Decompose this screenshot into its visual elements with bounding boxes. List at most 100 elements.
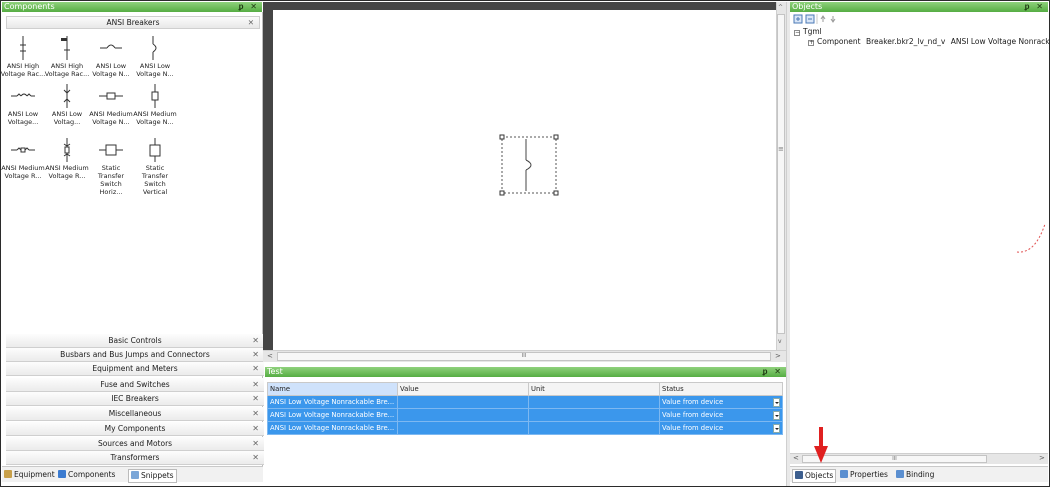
breaker-medium-voltage-rack-v-icon bbox=[63, 138, 71, 162]
scroll-right-icon[interactable]: > bbox=[1039, 454, 1045, 462]
ansi-breakers-group-header[interactable]: ANSI Breakers ✕ bbox=[6, 16, 260, 29]
tab-components[interactable]: Components bbox=[58, 469, 115, 481]
canvas-vertical-scrollbar[interactable]: ^ ≡ v bbox=[776, 2, 786, 350]
column-header-unit[interactable]: Unit bbox=[528, 382, 660, 396]
category-fuse-switches[interactable]: Fuse and Switches ✕ bbox=[6, 378, 264, 392]
dropdown-arrow-icon[interactable] bbox=[773, 397, 780, 407]
tile-line1: ANSI Medium bbox=[45, 164, 89, 172]
resize-handle[interactable] bbox=[499, 190, 505, 196]
tile-ansi-medium-voltage-n-1[interactable]: ANSI Medium Voltage N... bbox=[88, 84, 134, 126]
tile-ansi-medium-voltage-rack-h[interactable]: ANSI Medium Voltage R... bbox=[0, 138, 46, 180]
category-label: Equipment and Meters bbox=[92, 364, 178, 373]
column-header-status[interactable]: Status bbox=[659, 382, 783, 396]
tab-snippets[interactable]: Snippets bbox=[128, 469, 177, 483]
components-panel-controls[interactable]: ᵱ ✕ bbox=[239, 2, 259, 12]
dropdown-arrow-icon[interactable] bbox=[773, 423, 780, 433]
cell-name[interactable]: ANSI Low Voltage Nonrackable Bre... bbox=[267, 395, 398, 409]
close-icon[interactable]: ✕ bbox=[252, 378, 259, 392]
tree-node-component[interactable]: + Component Breaker.bkr2_lv_nd_v ANSI Low… bbox=[808, 37, 1050, 47]
tile-ansi-low-voltage-n-2[interactable]: ANSI Low Voltage N... bbox=[132, 36, 178, 78]
breaker-high-voltage-rack-2-icon bbox=[61, 36, 70, 60]
cell-unit[interactable] bbox=[528, 421, 660, 435]
category-equipment-meters[interactable]: Equipment and Meters ✕ bbox=[6, 362, 264, 376]
tile-ansi-low-voltage-rack-v[interactable]: ANSI Low Voltag... bbox=[44, 84, 90, 126]
close-icon[interactable]: ✕ bbox=[252, 362, 259, 376]
category-my-components[interactable]: My Components ✕ bbox=[6, 422, 264, 436]
tile-ansi-medium-voltage-rack-v[interactable]: ANSI Medium Voltage R... bbox=[44, 138, 90, 180]
cell-status-text: Value from device bbox=[662, 423, 724, 432]
category-basic-controls[interactable]: Basic Controls ✕ bbox=[6, 334, 264, 348]
dropdown-arrow-icon[interactable] bbox=[773, 410, 780, 420]
move-up-icon[interactable] bbox=[820, 15, 826, 22]
close-icon[interactable]: ✕ bbox=[252, 392, 259, 406]
tree-root-label: Tgml bbox=[803, 27, 822, 36]
tab-equipment[interactable]: Equipment bbox=[4, 469, 55, 481]
selected-breaker-component[interactable] bbox=[499, 134, 559, 196]
tile-ansi-low-voltage-rack-h[interactable]: ANSI Low Voltage... bbox=[0, 84, 46, 126]
vertical-scroll-thumb[interactable]: ≡ bbox=[777, 14, 785, 334]
cell-value[interactable] bbox=[397, 395, 529, 409]
category-miscellaneous[interactable]: Miscellaneous ✕ bbox=[6, 407, 264, 421]
table-row[interactable]: ANSI Low Voltage Nonrackable Bre... Valu… bbox=[267, 408, 783, 422]
tree-node-root[interactable]: − Tgml bbox=[794, 27, 822, 37]
scroll-left-icon[interactable]: < bbox=[793, 454, 799, 462]
horizontal-scroll-thumb[interactable]: III bbox=[802, 455, 987, 463]
annotation-mark bbox=[1016, 223, 1046, 253]
tile-ansi-low-voltage-n-1[interactable]: ANSI Low Voltage N... bbox=[88, 36, 134, 78]
category-iec-breakers[interactable]: IEC Breakers ✕ bbox=[6, 392, 264, 406]
tile-line1: ANSI Medium bbox=[1, 164, 45, 172]
resize-handle[interactable] bbox=[553, 190, 559, 196]
cell-name[interactable]: ANSI Low Voltage Nonrackable Bre... bbox=[267, 408, 398, 422]
cell-unit[interactable] bbox=[528, 408, 660, 422]
cell-value[interactable] bbox=[397, 408, 529, 422]
close-icon[interactable]: ✕ bbox=[252, 451, 259, 465]
table-row[interactable]: ANSI Low Voltage Nonrackable Bre... Valu… bbox=[267, 395, 783, 409]
scroll-right-icon[interactable]: > bbox=[775, 352, 781, 360]
collapse-node-icon[interactable]: − bbox=[794, 30, 800, 36]
cell-status[interactable]: Value from device bbox=[659, 421, 783, 435]
horizontal-scroll-thumb[interactable]: III bbox=[277, 352, 771, 361]
category-sources-motors[interactable]: Sources and Motors ✕ bbox=[6, 437, 264, 451]
cell-status[interactable]: Value from device bbox=[659, 395, 783, 409]
resize-handle[interactable] bbox=[499, 134, 505, 140]
test-panel-controls[interactable]: ᵱ ✕ bbox=[763, 367, 783, 377]
table-row[interactable]: ANSI Low Voltage Nonrackable Bre... Valu… bbox=[267, 421, 783, 435]
expand-node-icon[interactable]: + bbox=[808, 40, 814, 46]
tile-ansi-medium-voltage-n-2[interactable]: ANSI Medium Voltage N... bbox=[132, 84, 178, 126]
cell-value[interactable] bbox=[397, 421, 529, 435]
close-icon[interactable]: ✕ bbox=[252, 407, 259, 421]
move-down-icon[interactable] bbox=[830, 16, 836, 23]
canvas-top-border bbox=[263, 2, 776, 10]
cell-status-text: Value from device bbox=[662, 397, 724, 406]
scroll-left-icon[interactable]: < bbox=[267, 352, 273, 360]
close-icon[interactable]: ✕ bbox=[252, 348, 259, 362]
column-header-name[interactable]: Name bbox=[267, 382, 398, 396]
tab-properties[interactable]: Properties bbox=[840, 469, 888, 481]
cell-name[interactable]: ANSI Low Voltage Nonrackable Bre... bbox=[267, 421, 398, 435]
tile-static-transfer-switch-vertical[interactable]: Static Transfer Switch Vertical bbox=[132, 138, 178, 196]
cell-status[interactable]: Value from device bbox=[659, 408, 783, 422]
category-transformers[interactable]: Transformers ✕ bbox=[6, 451, 264, 465]
tile-ansi-high-voltage-rack-1[interactable]: ANSI High Voltage Rac... bbox=[0, 36, 46, 78]
objects-panel-controls[interactable]: ᵱ ✕ bbox=[1025, 2, 1045, 12]
tile-line2: Switch Horiz... bbox=[99, 180, 123, 196]
resize-handle[interactable] bbox=[553, 134, 559, 140]
scroll-up-icon[interactable]: ^ bbox=[778, 4, 783, 11]
tab-binding[interactable]: Binding bbox=[896, 469, 934, 481]
drawing-canvas[interactable] bbox=[273, 10, 775, 350]
tile-ansi-high-voltage-rack-2[interactable]: ANSI High Voltage Rac... bbox=[44, 36, 90, 78]
right-panel-tabbar: Objects Properties Binding bbox=[790, 466, 1048, 483]
tile-line2: Voltag... bbox=[53, 118, 81, 126]
properties-icon bbox=[840, 470, 848, 478]
canvas-horizontal-scrollbar[interactable]: < III > bbox=[263, 350, 786, 362]
category-busbars[interactable]: Busbars and Bus Jumps and Connectors ✕ bbox=[6, 348, 264, 362]
close-icon[interactable]: ✕ bbox=[252, 437, 259, 451]
close-icon[interactable]: ✕ bbox=[252, 334, 259, 348]
tab-objects[interactable]: Objects bbox=[792, 469, 837, 483]
scroll-down-icon[interactable]: v bbox=[778, 338, 782, 345]
column-header-value[interactable]: Value bbox=[397, 382, 529, 396]
close-icon[interactable]: ✕ bbox=[252, 422, 259, 436]
tile-static-transfer-switch-horizontal[interactable]: Static Transfer Switch Horiz... bbox=[88, 138, 134, 196]
cell-unit[interactable] bbox=[528, 395, 660, 409]
close-icon[interactable]: ✕ bbox=[248, 17, 254, 29]
